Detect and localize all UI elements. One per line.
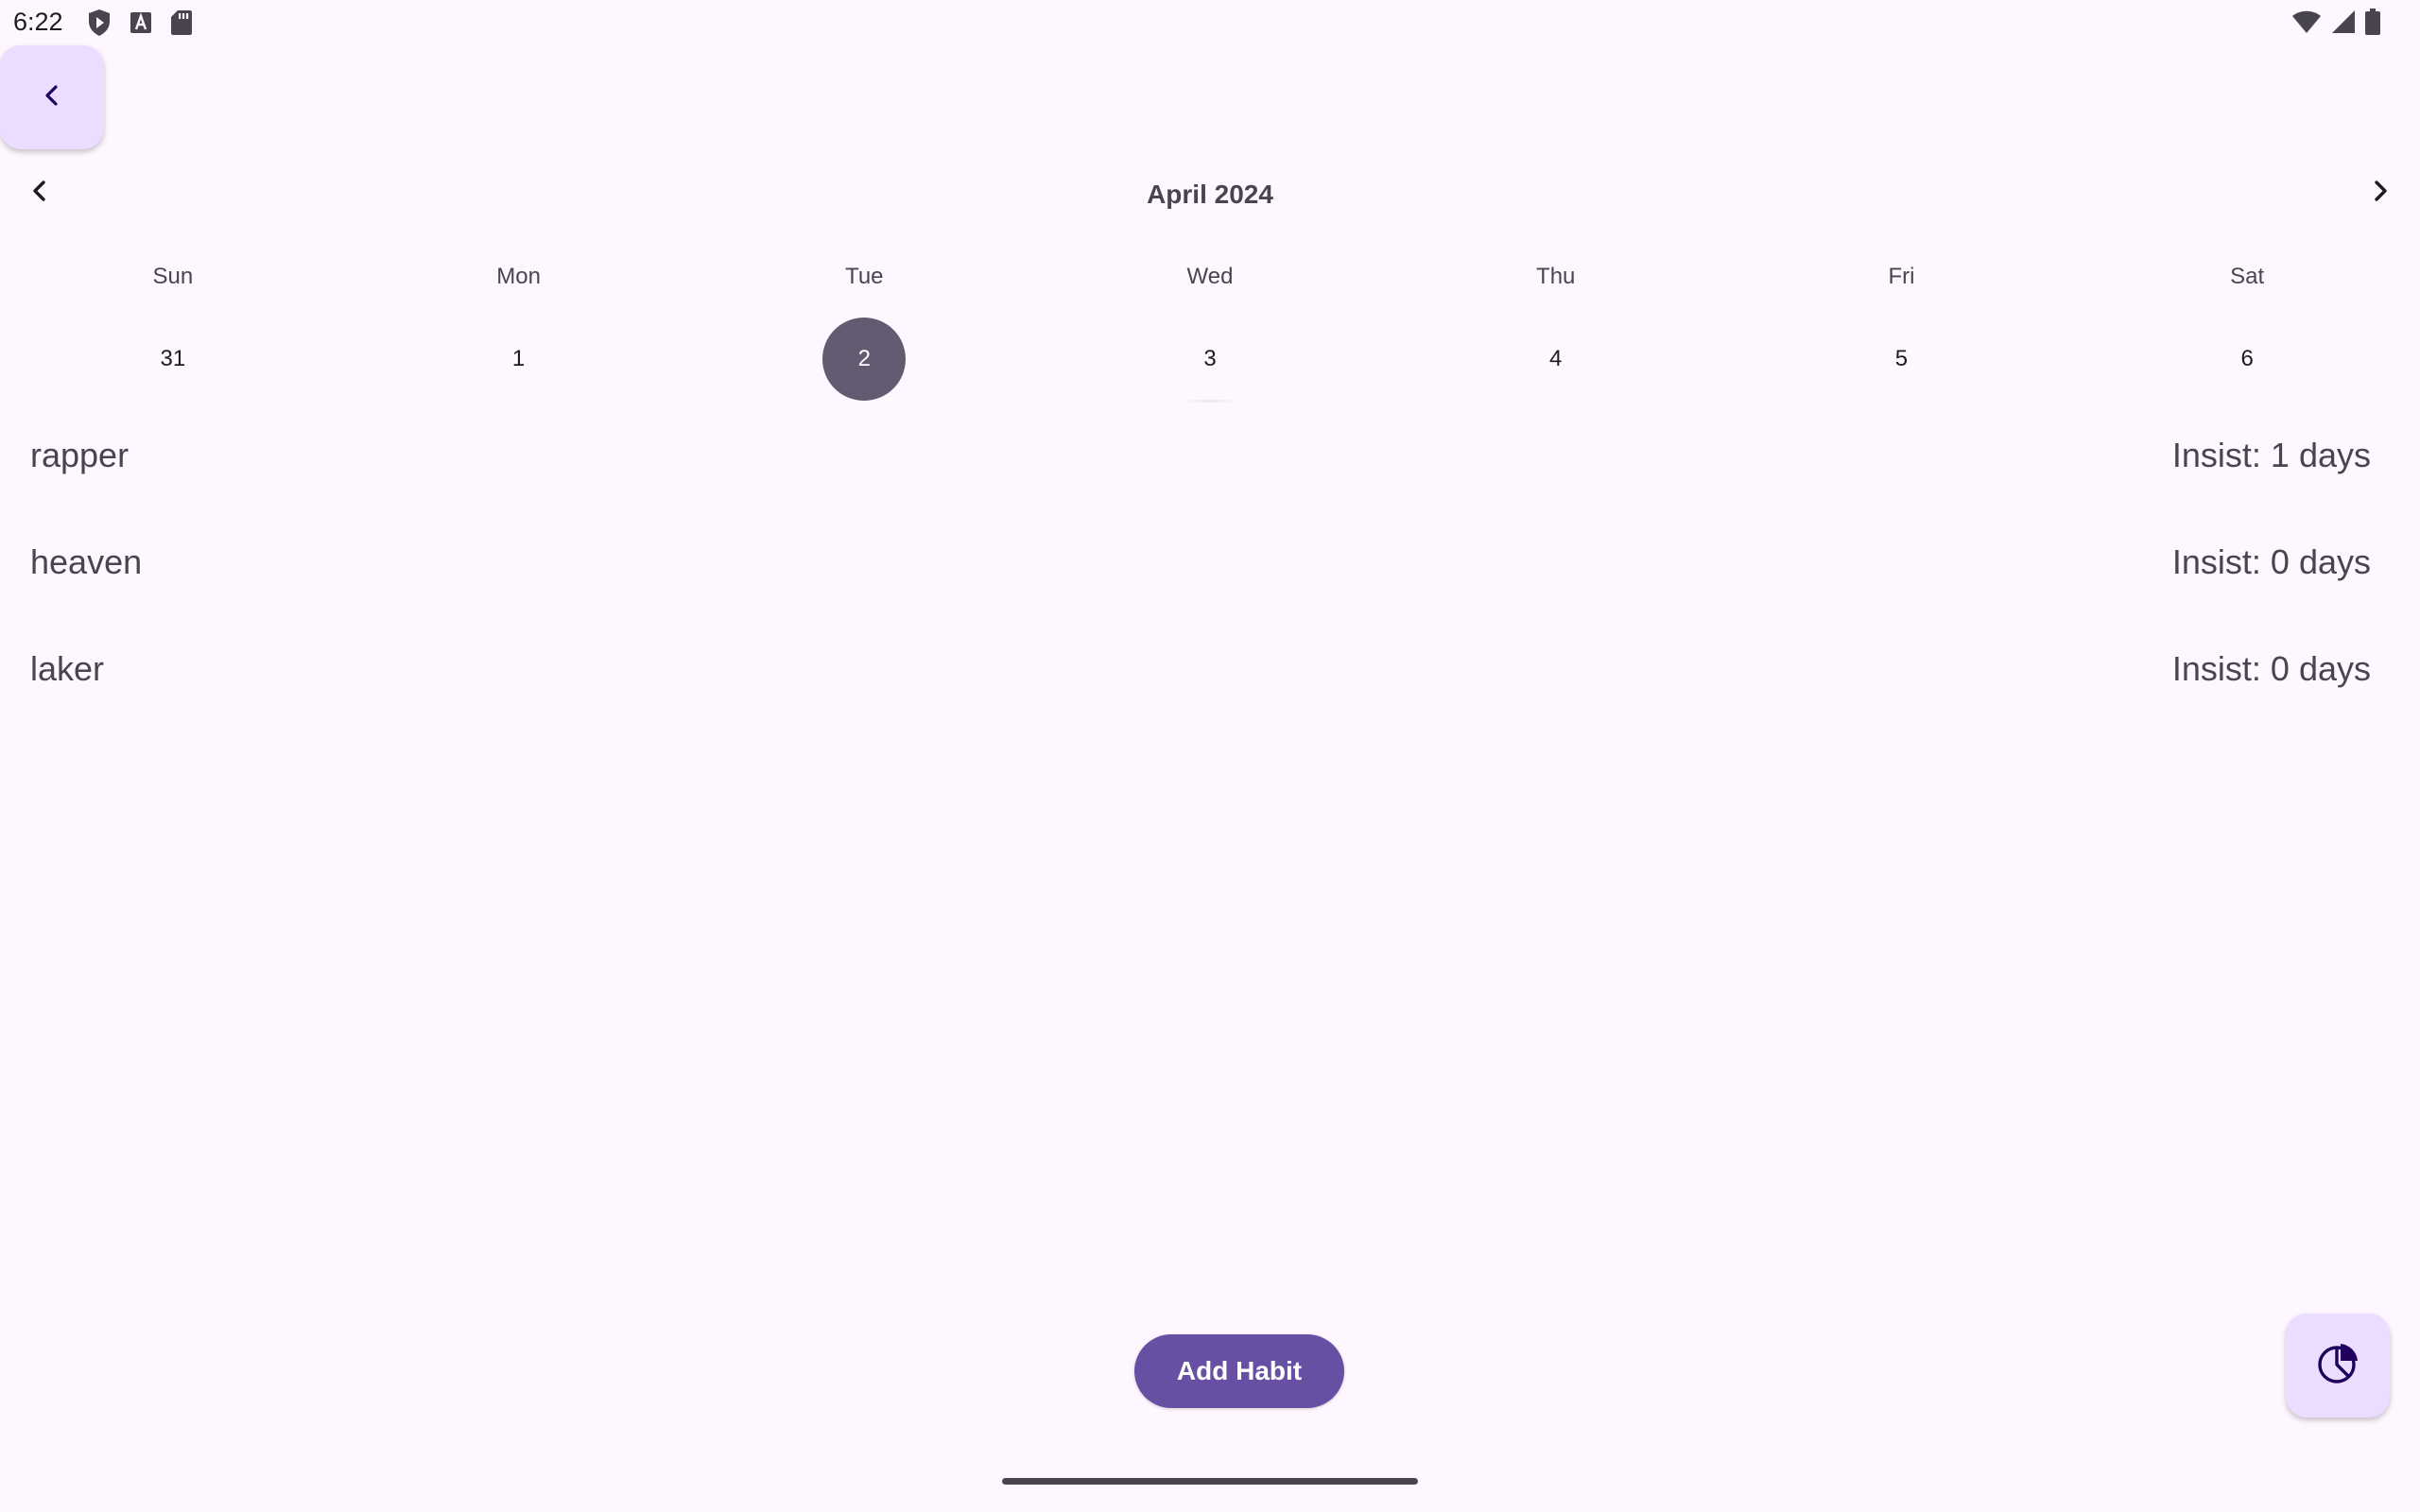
date-indicator (1180, 400, 1241, 403)
habit-insist-days: Insist: 0 days (2171, 649, 2371, 688)
date-cell: 1 (346, 318, 692, 401)
weekday-label: Thu (1536, 264, 1576, 289)
cell-signal-icon (2331, 9, 2356, 34)
habit-tracker-screen: 6:22 April 2024 Sun Mon Tue Wed Thu Fri … (0, 0, 2420, 1512)
date-cell: 31 (0, 318, 346, 401)
weekday-cell: Tue (691, 263, 1037, 291)
habit-name: laker (30, 649, 105, 688)
statistics-button[interactable] (2286, 1314, 2390, 1418)
status-bar: 6:22 (0, 0, 2420, 45)
date-cell: 6 (2074, 318, 2420, 401)
habit-row[interactable]: rapper Insist: 1 days (0, 421, 2420, 490)
gesture-nav-bar[interactable] (1002, 1478, 1418, 1485)
date-button[interactable]: 4 (1514, 318, 1598, 401)
weekday-label: Fri (1888, 264, 1915, 289)
wifi-icon (2291, 9, 2322, 34)
date-button[interactable]: 1 (477, 318, 561, 401)
sd-card-icon (170, 9, 193, 36)
status-left-icons (87, 9, 193, 37)
habit-name: rapper (30, 436, 130, 474)
habit-name: heaven (30, 542, 143, 581)
battery-icon (2365, 9, 2380, 35)
weekday-label: Wed (1186, 264, 1234, 289)
month-title: April 2024 (1147, 180, 1273, 209)
date-button[interactable]: 3 (1168, 318, 1252, 401)
status-time: 6:22 (13, 8, 63, 36)
date-cell: 5 (1729, 318, 2075, 401)
weekday-label: Sat (2230, 264, 2265, 289)
weekday-cell: Thu (1383, 263, 1729, 291)
habit-insist-days: Insist: 1 days (2171, 436, 2371, 474)
weekday-label: Mon (496, 264, 541, 289)
habit-row[interactable]: laker Insist: 0 days (0, 635, 2420, 703)
weekday-label: Tue (845, 264, 884, 289)
weekday-cell: Mon (346, 263, 692, 291)
habit-list: rapper Insist: 1 days heaven Insist: 0 d… (0, 421, 2420, 703)
weekday-cell: Wed (1037, 263, 1383, 291)
date-button[interactable]: 5 (1859, 318, 1943, 401)
chevron-right-icon (2366, 177, 2394, 210)
habit-insist-days: Insist: 0 days (2171, 542, 2371, 581)
chevron-left-icon (39, 82, 65, 113)
status-right-icons (2291, 9, 2380, 35)
weekday-row: Sun Mon Tue Wed Thu Fri Sat (0, 263, 2420, 291)
weekday-cell: Fri (1729, 263, 2075, 291)
date-cell: 3 (1037, 318, 1383, 403)
date-row: 31 1 2 3 4 5 6 (0, 318, 2420, 403)
date-cell: 4 (1383, 318, 1729, 401)
date-button[interactable]: 6 (2205, 318, 2289, 401)
selected-date-button[interactable]: 2 (822, 318, 907, 401)
shield-play-icon (87, 9, 112, 37)
calendar-header: April 2024 (0, 163, 2420, 223)
pie-chart-icon (2315, 1341, 2360, 1391)
text-a-icon (129, 10, 153, 35)
date-cell: 2 (691, 318, 1037, 401)
back-button[interactable] (0, 45, 104, 149)
weekday-cell: Sat (2074, 263, 2420, 291)
habit-row[interactable]: heaven Insist: 0 days (0, 528, 2420, 596)
weekday-label: Sun (152, 264, 194, 289)
add-habit-button[interactable]: Add Habit (1134, 1334, 1344, 1408)
date-button[interactable]: 31 (131, 318, 215, 401)
weekday-cell: Sun (0, 263, 346, 291)
next-week-button[interactable] (2358, 170, 2403, 215)
